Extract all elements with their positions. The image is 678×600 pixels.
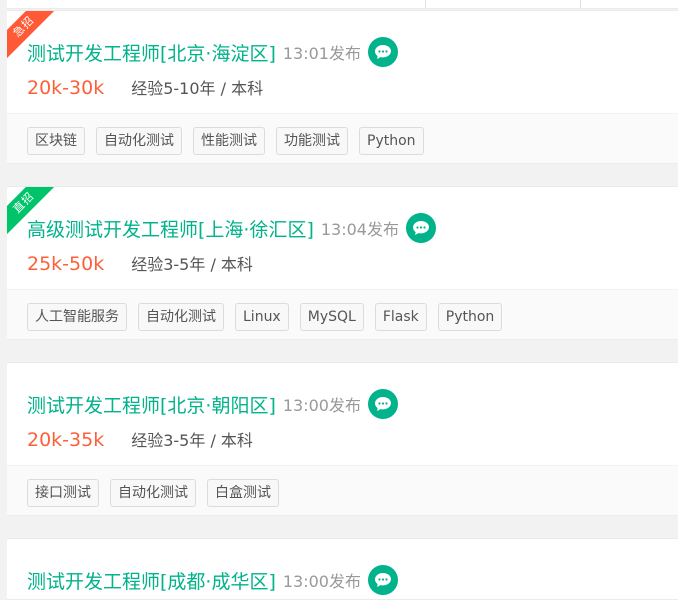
salary: 25k-50k — [27, 253, 105, 275]
job-title-link[interactable]: 测试开发工程师[成都·成华区] — [27, 567, 276, 594]
chat-bubble-icon[interactable] — [368, 389, 398, 419]
tag-list: 人工智能服务 自动化测试 Linux MySQL Flask Python — [27, 303, 513, 331]
skill-tag: 区块链 — [27, 127, 85, 155]
skill-tag: 性能测试 — [193, 127, 265, 155]
tag-list: 接口测试 自动化测试 白盒测试 — [27, 479, 290, 507]
skill-tag: Flask — [374, 303, 427, 331]
salary: 20k-35k — [27, 429, 105, 451]
chat-bubble-icon[interactable] — [368, 37, 398, 67]
skill-tag: 自动化测试 — [110, 479, 196, 507]
job-card[interactable]: 测试开发工程师[成都·成华区] 13:00发布 — [7, 538, 678, 600]
post-time: 13:04发布 — [320, 220, 399, 239]
requirement: 经验3-5年 / 本科 — [131, 431, 253, 450]
skill-tag: 功能测试 — [276, 127, 348, 155]
post-time: 13:00发布 — [282, 396, 361, 415]
requirement: 经验5-10年 / 本科 — [131, 79, 264, 98]
job-card[interactable]: 急招 测试开发工程师[北京·海淀区] 13:01发布 20k-30k 经验5-1… — [7, 10, 678, 164]
chat-bubble-icon[interactable] — [406, 213, 436, 243]
skill-tag: 自动化测试 — [96, 127, 182, 155]
previous-card-edge — [7, 0, 678, 9]
job-title-link[interactable]: 高级测试开发工程师[上海·徐汇区] — [27, 215, 314, 242]
post-time: 13:00发布 — [282, 572, 361, 591]
skill-tag: 人工智能服务 — [27, 303, 127, 331]
skill-tag: MySQL — [299, 303, 364, 331]
chat-bubble-icon[interactable] — [368, 565, 398, 595]
job-title-link[interactable]: 测试开发工程师[北京·海淀区] — [27, 39, 276, 66]
skill-tag: Python — [437, 303, 503, 331]
salary: 20k-30k — [27, 77, 105, 99]
requirement: 经验3-5年 / 本科 — [131, 255, 253, 274]
skill-tag: 白盒测试 — [207, 479, 279, 507]
job-card[interactable]: 测试开发工程师[北京·朝阳区] 13:00发布 20k-35k 经验3-5年 /… — [7, 362, 678, 516]
skill-tag: Linux — [235, 303, 289, 331]
post-time: 13:01发布 — [282, 44, 361, 63]
tag-list: 区块链 自动化测试 性能测试 功能测试 Python — [27, 127, 435, 155]
job-card[interactable]: 直招 高级测试开发工程师[上海·徐汇区] 13:04发布 25k-50k 经验3… — [7, 186, 678, 340]
skill-tag: Python — [359, 127, 424, 155]
skill-tag: 接口测试 — [27, 479, 99, 507]
job-title-link[interactable]: 测试开发工程师[北京·朝阳区] — [27, 391, 276, 418]
skill-tag: 自动化测试 — [138, 303, 224, 331]
